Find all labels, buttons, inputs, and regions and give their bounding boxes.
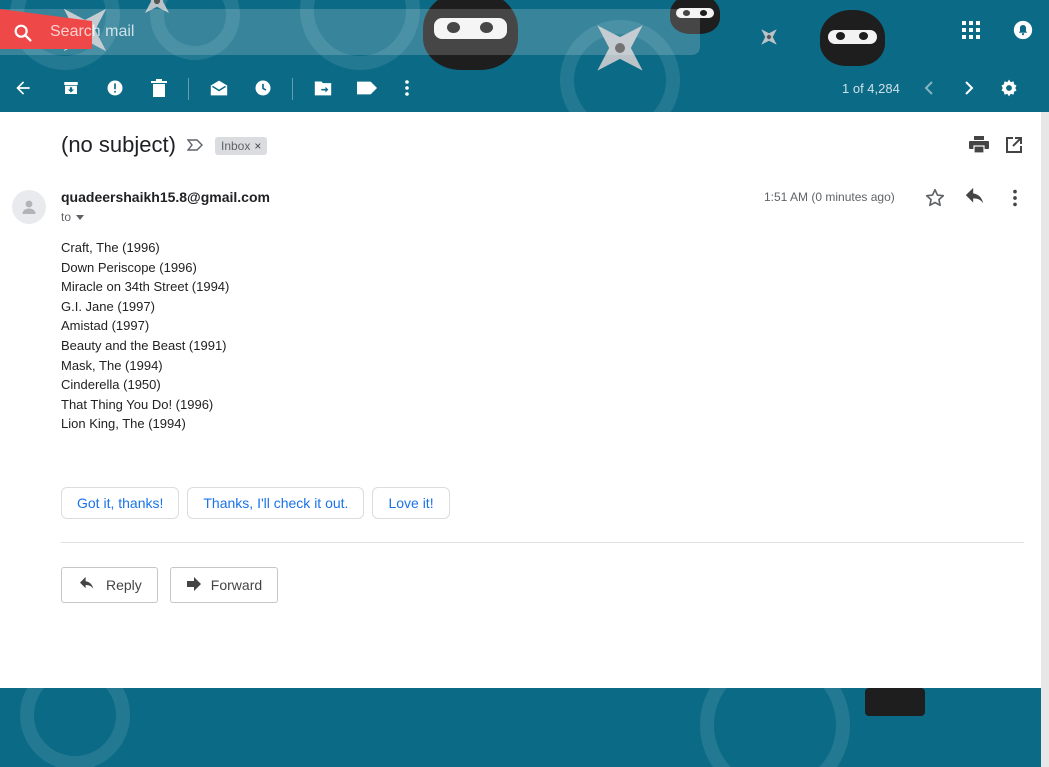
body-line: That Thing You Do! (1996) <box>61 396 214 412</box>
more-vert-icon[interactable] <box>395 76 419 100</box>
snooze-icon[interactable] <box>251 76 275 100</box>
reply-actions: Reply Forward <box>61 567 279 603</box>
to-label: to <box>61 210 72 224</box>
notifications-icon[interactable] <box>1011 18 1035 42</box>
smart-reply-button[interactable]: Love it! <box>372 487 450 519</box>
reply-icon <box>78 576 96 594</box>
chevron-down-icon <box>75 210 85 224</box>
delete-icon[interactable] <box>147 76 171 100</box>
label-chip-inbox: Inbox × <box>215 137 268 155</box>
body-line: Craft, The (1996) <box>61 240 160 255</box>
star-icon[interactable] <box>924 187 946 214</box>
scrollbar[interactable] <box>1041 112 1049 767</box>
forward-icon <box>186 576 201 594</box>
forward-label: Forward <box>210 577 263 593</box>
email-view-card: (no subject) Inbox × quadeershaikh15.8@g… <box>0 112 1041 688</box>
body-line: G.I. Jane (1997) <box>61 298 155 314</box>
message-toolbar: 1 of 4,284 <box>0 66 1049 110</box>
prev-page-icon[interactable] <box>917 76 941 100</box>
body-line: Mask, The (1994) <box>61 357 163 373</box>
ninja-illustration <box>865 688 925 716</box>
mark-unread-icon[interactable] <box>207 76 231 100</box>
labels-icon[interactable] <box>355 76 379 100</box>
body-line: Down Periscope (1996) <box>61 259 197 275</box>
remove-label-icon[interactable]: × <box>254 139 261 153</box>
reply-button[interactable]: Reply <box>61 567 158 603</box>
report-spam-icon[interactable] <box>103 76 127 100</box>
pagination-count: 1 of 4,284 <box>842 81 900 96</box>
archive-icon[interactable] <box>59 76 83 100</box>
body-line: Miracle on 34th Street (1994) <box>61 279 230 295</box>
importance-marker-icon[interactable] <box>186 138 203 156</box>
back-arrow-icon[interactable] <box>11 76 35 100</box>
apps-grid-icon[interactable] <box>959 18 983 42</box>
smart-replies: Got it, thanks! Thanks, I'll check it ou… <box>61 487 450 519</box>
recipients-toggle[interactable]: to <box>61 210 85 224</box>
settings-gear-icon[interactable] <box>997 76 1021 100</box>
label-chip-text: Inbox <box>221 139 251 153</box>
body-line: Beauty and the Beast (1991) <box>61 337 227 353</box>
body-line: Lion King, The (1994) <box>61 416 186 432</box>
search-icon[interactable] <box>12 22 34 44</box>
email-body: Craft, The (1996) Down Periscope (1996) … <box>61 238 229 434</box>
divider <box>61 542 1024 543</box>
body-line: Amistad (1997) <box>61 318 150 334</box>
move-to-icon[interactable] <box>311 76 335 100</box>
more-vert-icon[interactable] <box>1004 187 1026 214</box>
next-page-icon[interactable] <box>957 76 981 100</box>
body-line: Cinderella (1950) <box>61 377 161 393</box>
avatar[interactable] <box>12 190 46 224</box>
reply-label: Reply <box>106 577 142 593</box>
search-input[interactable] <box>50 20 550 44</box>
smart-reply-button[interactable]: Thanks, I'll check it out. <box>187 487 365 519</box>
shuriken-decoration <box>753 21 784 52</box>
reply-icon[interactable] <box>964 187 986 212</box>
sender-email[interactable]: quadeershaikh15.8@gmail.com <box>61 189 270 205</box>
email-timestamp: 1:51 AM (0 minutes ago) <box>764 190 895 204</box>
ninja-illustration <box>820 10 885 66</box>
print-icon[interactable] <box>969 136 989 159</box>
smart-reply-button[interactable]: Got it, thanks! <box>61 487 180 519</box>
open-in-new-window-icon[interactable] <box>1005 136 1023 159</box>
email-subject: (no subject) <box>61 132 176 157</box>
forward-button[interactable]: Forward <box>169 567 279 603</box>
